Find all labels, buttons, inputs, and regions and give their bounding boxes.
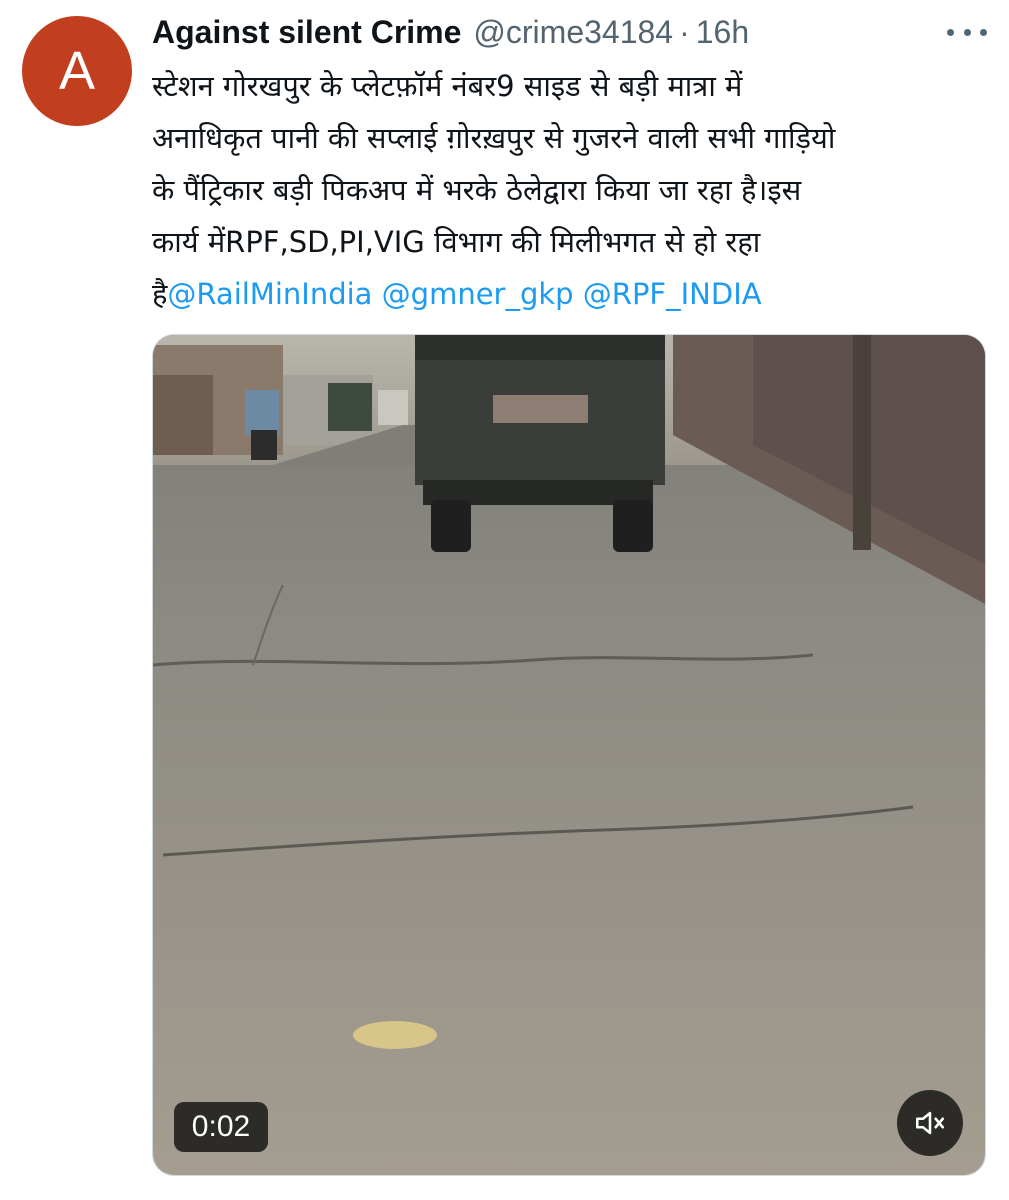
user-handle[interactable]: @crime34184 [473,10,673,54]
tweet-header: Against silent Crime @crime34184 · 16h [152,10,939,54]
volume-muted-icon[interactable] [897,1090,963,1156]
action-bar-partial [152,1180,986,1200]
tweet-text-prefix: है [152,277,168,311]
mention-link[interactable]: @RPF_INDIA [583,277,762,311]
mention-link[interactable]: @RailMinIndia [167,277,372,311]
tweet-text-line: कार्य मेंRPF,SD,PI,VIG विभाग की मिलीभगत … [152,225,761,259]
timestamp[interactable]: 16h [696,10,749,54]
avatar[interactable]: A [22,16,132,126]
tweet-text-line: अनाधिकृत पानी की सप्लाई ग़ोरख़पुर से गुज… [152,121,836,155]
tweet-text-line: स्टेशन गोरखपुर के प्लेटफ़ॉर्म नंबर9 साइड… [152,69,743,103]
video-player[interactable] [152,334,986,1176]
avatar-letter: A [58,41,96,101]
mention-link[interactable]: @gmner_gkp [382,277,574,311]
tweet-text: स्टेशन गोरखपुर के प्लेटफ़ॉर्म नंबर9 साइड… [152,60,987,320]
video-frame [153,335,985,1175]
tweet-text-line: के पैंट्रिकार बड़ी पिकअप में भरके ठेलेद्… [152,173,802,207]
separator-dot: · [679,14,690,50]
tweet-text-line-last: है@RailMinIndia @gmner_gkp @RPF_INDIA [152,268,987,320]
speaker-muted-glyph [915,1111,945,1135]
display-name[interactable]: Against silent Crime [152,10,461,54]
video-duration-badge: 0:02 [174,1102,268,1152]
more-horizontal-icon[interactable] [947,24,987,40]
